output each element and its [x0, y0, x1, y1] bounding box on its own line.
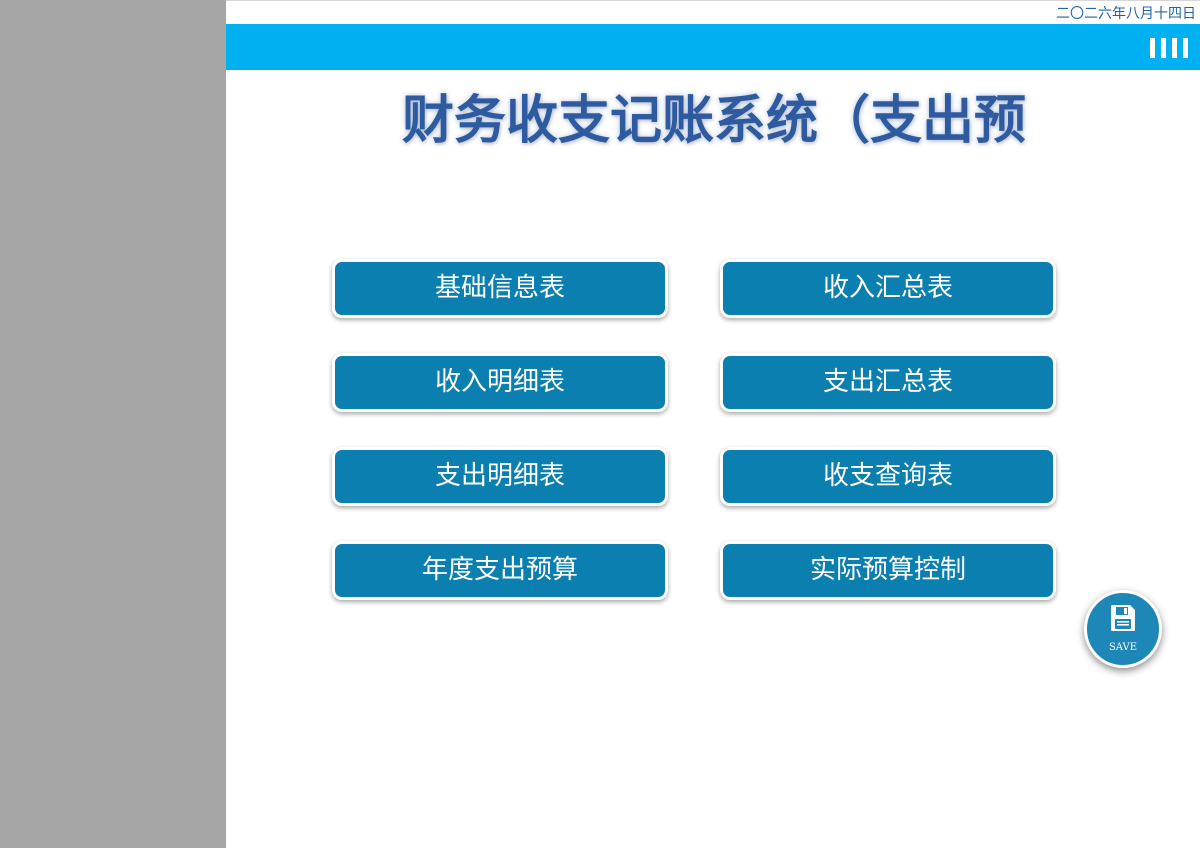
floppy-disk-icon	[1111, 605, 1135, 631]
save-label: SAVE	[1108, 642, 1138, 653]
expense-summary-button[interactable]: 支出汇总表	[720, 353, 1056, 412]
income-summary-button[interactable]: 收入汇总表	[720, 259, 1056, 318]
income-detail-button[interactable]: 收入明细表	[332, 353, 668, 412]
page: 二〇二六年八月十四日 财务收支记账系统（支出预 基础信息表 收入汇总表 收入明细…	[0, 0, 1200, 848]
save-button[interactable]: SAVE	[1084, 590, 1162, 668]
annual-expense-budget-button[interactable]: 年度支出预算	[332, 541, 668, 600]
menu-bars-icon[interactable]	[1150, 38, 1188, 58]
page-title: 财务收支记账系统（支出预	[402, 91, 1027, 151]
basic-info-button[interactable]: 基础信息表	[332, 259, 668, 318]
title-area: 财务收支记账系统（支出预	[226, 82, 1200, 162]
actual-budget-control-button[interactable]: 实际预算控制	[720, 541, 1056, 600]
left-panel	[0, 0, 226, 848]
income-expense-query-button[interactable]: 收支查询表	[720, 447, 1056, 506]
header-bar	[226, 24, 1200, 70]
expense-detail-button[interactable]: 支出明细表	[332, 447, 668, 506]
date-label: 二〇二六年八月十四日	[1056, 6, 1196, 22]
top-divider	[226, 0, 1200, 1]
